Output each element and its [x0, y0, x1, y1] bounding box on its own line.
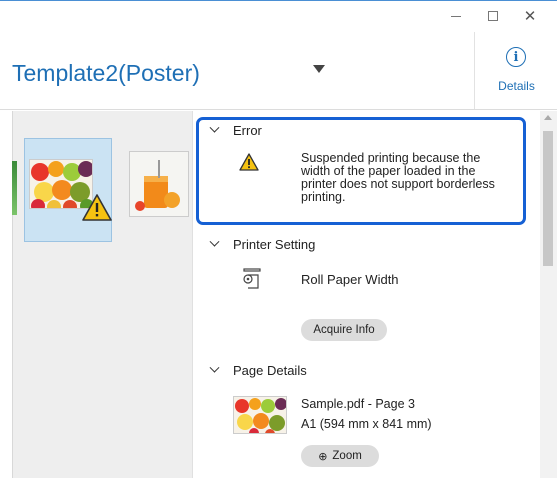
printer-setting-heading: Printer Setting — [233, 237, 316, 252]
header: Template2(Poster) i Details — [0, 32, 557, 110]
chevron-down-icon — [207, 236, 221, 252]
page-paper-size: A1 (594 mm x 841 mm) — [301, 417, 432, 431]
details-scrollbar[interactable] — [540, 111, 557, 478]
scroll-thumb[interactable] — [543, 131, 553, 266]
template-title[interactable]: Template2(Poster) — [12, 60, 200, 87]
error-message: Suspended printing because the width of … — [301, 151, 495, 204]
maximize-icon — [488, 11, 498, 21]
section-page-details[interactable]: Page Details — [207, 362, 307, 378]
section-error[interactable]: Error — [207, 122, 262, 138]
close-button[interactable]: ✕ — [512, 1, 548, 31]
drink-thumbnail-image[interactable] — [129, 151, 189, 217]
scroll-up-icon[interactable] — [544, 115, 552, 120]
maximize-button[interactable] — [475, 1, 511, 31]
info-icon: i — [506, 47, 526, 67]
zoom-in-icon: ⊕ — [318, 450, 328, 463]
zoom-label: Zoom — [332, 450, 362, 462]
app-window: ✕ Template2(Poster) i Details Error Susp… — [0, 0, 557, 478]
section-printer-setting[interactable]: Printer Setting — [207, 236, 316, 252]
page-details-heading: Page Details — [233, 363, 307, 378]
minimize-button[interactable] — [438, 1, 474, 31]
close-icon: ✕ — [523, 7, 537, 25]
details-label: Details — [498, 79, 535, 93]
page-file-name: Sample.pdf - Page 3 — [301, 397, 415, 411]
acquire-info-button[interactable]: Acquire Info — [301, 319, 387, 341]
warning-icon — [239, 153, 259, 176]
error-heading: Error — [233, 123, 262, 138]
chevron-down-icon — [207, 122, 221, 138]
roll-paper-icon — [242, 268, 262, 295]
chevron-down-icon — [207, 362, 221, 378]
page-thumbnail-image — [233, 396, 287, 434]
thumbnail-warning-icon — [82, 194, 112, 226]
details-button[interactable]: i Details — [474, 32, 557, 109]
template-dropdown-icon[interactable] — [313, 65, 325, 73]
roll-paper-width-label: Roll Paper Width — [301, 272, 399, 287]
minimize-icon — [451, 15, 461, 17]
thumbnail-pane — [12, 111, 192, 478]
thumbnail-previous[interactable] — [12, 161, 17, 215]
details-pane: Error Suspended printing because the wid… — [192, 111, 540, 478]
title-bar: ✕ — [0, 0, 557, 32]
zoom-button[interactable]: ⊕ Zoom — [301, 445, 379, 467]
